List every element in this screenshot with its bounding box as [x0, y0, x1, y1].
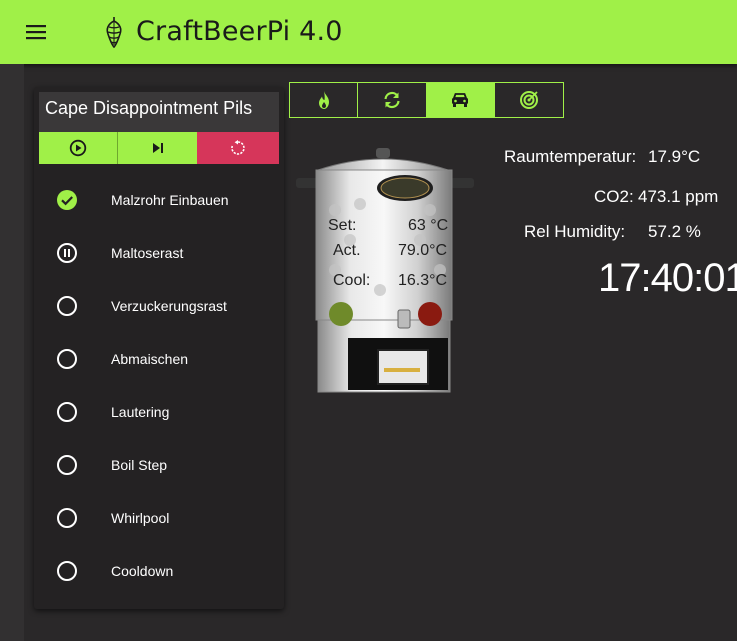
- recipe-name: Cape Disappointment Pils: [45, 98, 253, 118]
- step-item[interactable]: Maltoserast: [34, 233, 284, 273]
- room-temperature-label: Raumtemperatur:: [504, 147, 637, 166]
- room-temperature-value: 17.9°C: [648, 147, 701, 166]
- step-label: Whirlpool: [111, 510, 170, 526]
- hop-icon: [106, 17, 122, 49]
- cool-label: Cool:: [333, 272, 371, 289]
- set-temperature: 63 °C: [408, 217, 449, 234]
- menu-button[interactable]: [20, 20, 52, 44]
- check-circle-icon: [57, 190, 77, 210]
- reset-icon: [231, 140, 245, 155]
- step-panel: Cape Disappointment Pils Malzrohr Einbau…: [34, 87, 284, 609]
- target-icon: [519, 91, 538, 109]
- play-circle-icon: [69, 139, 87, 157]
- humidity-label: Rel Humidity:: [524, 222, 626, 241]
- next-step-button[interactable]: [117, 132, 198, 164]
- cool-temperature: 16.3°C: [398, 272, 448, 289]
- start-button[interactable]: [39, 132, 118, 164]
- kettle-image: [296, 148, 474, 393]
- co2-value: 473.1 ppm: [638, 187, 719, 206]
- app-title: CraftBeerPi 4.0: [136, 16, 343, 47]
- clock: 17:40:01: [598, 256, 737, 300]
- app-bar: CraftBeerPi 4.0: [0, 0, 737, 64]
- circle-outline-icon: [57, 508, 77, 528]
- target-mode-button[interactable]: [495, 83, 563, 117]
- step-label: Lautering: [111, 404, 170, 420]
- car-icon: [452, 93, 469, 107]
- circle-outline-icon: [57, 296, 77, 316]
- heating-mode-button[interactable]: [290, 83, 359, 117]
- sync-icon: [384, 91, 400, 109]
- set-label: Set:: [328, 217, 357, 234]
- step-item[interactable]: Cooldown: [34, 551, 284, 591]
- actual-temperature: 79.0°C: [398, 242, 448, 259]
- pause-circle-icon: [57, 243, 77, 263]
- circle-outline-icon: [57, 402, 77, 422]
- flame-icon: [318, 91, 329, 109]
- skip-next-icon: [152, 143, 163, 153]
- sync-mode-button[interactable]: [358, 83, 427, 117]
- step-label: Cooldown: [111, 563, 174, 579]
- hamburger-icon: [26, 25, 46, 40]
- step-item[interactable]: Malzrohr Einbauen: [34, 180, 284, 220]
- step-label: Boil Step: [111, 457, 168, 473]
- left-drawer-edge: [0, 64, 24, 641]
- reset-button[interactable]: [197, 132, 279, 164]
- humidity-value: 57.2 %: [648, 222, 701, 241]
- heater-indicator[interactable]: [329, 302, 353, 326]
- circle-outline-icon: [57, 455, 77, 475]
- circle-outline-icon: [57, 561, 77, 581]
- step-controls: [39, 132, 279, 164]
- actual-label: Act.: [333, 242, 361, 259]
- cooler-indicator[interactable]: [418, 302, 442, 326]
- step-label: Maltoserast: [111, 245, 184, 261]
- step-item[interactable]: Abmaischen: [34, 339, 284, 379]
- mode-toolbar: [289, 82, 564, 118]
- co2-label: CO2:: [594, 187, 634, 206]
- step-item[interactable]: Lautering: [34, 392, 284, 432]
- step-item[interactable]: Whirlpool: [34, 498, 284, 538]
- kettle-widget[interactable]: Set: 63 °C Act. 79.0°C Cool: 16.3°C: [290, 140, 480, 400]
- step-label: Verzuckerungsrast: [111, 298, 227, 314]
- recipe-header: Cape Disappointment Pils: [39, 92, 279, 132]
- car-mode-button[interactable]: [426, 83, 495, 117]
- step-item[interactable]: Boil Step: [34, 445, 284, 485]
- circle-outline-icon: [57, 349, 77, 369]
- step-item[interactable]: Verzuckerungsrast: [34, 286, 284, 326]
- step-label: Malzrohr Einbauen: [111, 192, 229, 208]
- step-label: Abmaischen: [111, 351, 189, 367]
